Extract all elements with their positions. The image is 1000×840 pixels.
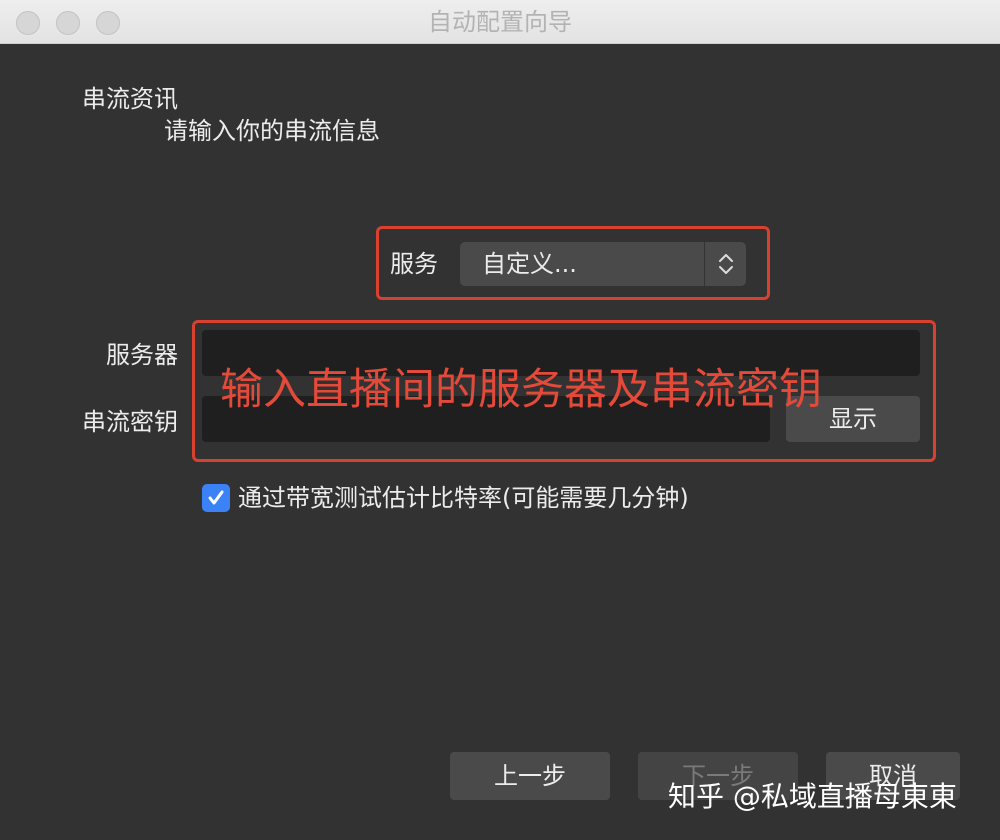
auto-config-wizard-window: 自动配置向导 串流资讯 请输入你的串流信息 服务 自定义... 服务器 串流密钥… <box>0 0 1000 840</box>
checkmark-icon <box>208 490 224 505</box>
service-highlight-box <box>376 226 770 300</box>
window-title: 自动配置向导 <box>428 8 572 36</box>
bandwidth-test-checkbox[interactable] <box>202 484 230 512</box>
page-heading: 串流资讯 <box>82 85 178 113</box>
back-button[interactable]: 上一步 <box>450 752 610 800</box>
page-subheading: 请输入你的串流信息 <box>164 117 380 145</box>
server-label: 服务器 <box>106 341 178 369</box>
title-bar: 自动配置向导 <box>0 0 1000 44</box>
watermark: 知乎 @私域直播母東東 <box>668 780 957 813</box>
bandwidth-test-label[interactable]: 通过带宽测试估计比特率(可能需要几分钟) <box>238 483 689 513</box>
annotation-text: 输入直播间的服务器及串流密钥 <box>220 365 822 415</box>
stream-key-label: 串流密钥 <box>82 408 178 436</box>
wizard-content: 串流资讯 请输入你的串流信息 服务 自定义... 服务器 串流密钥 显示 输入直… <box>0 44 1000 840</box>
